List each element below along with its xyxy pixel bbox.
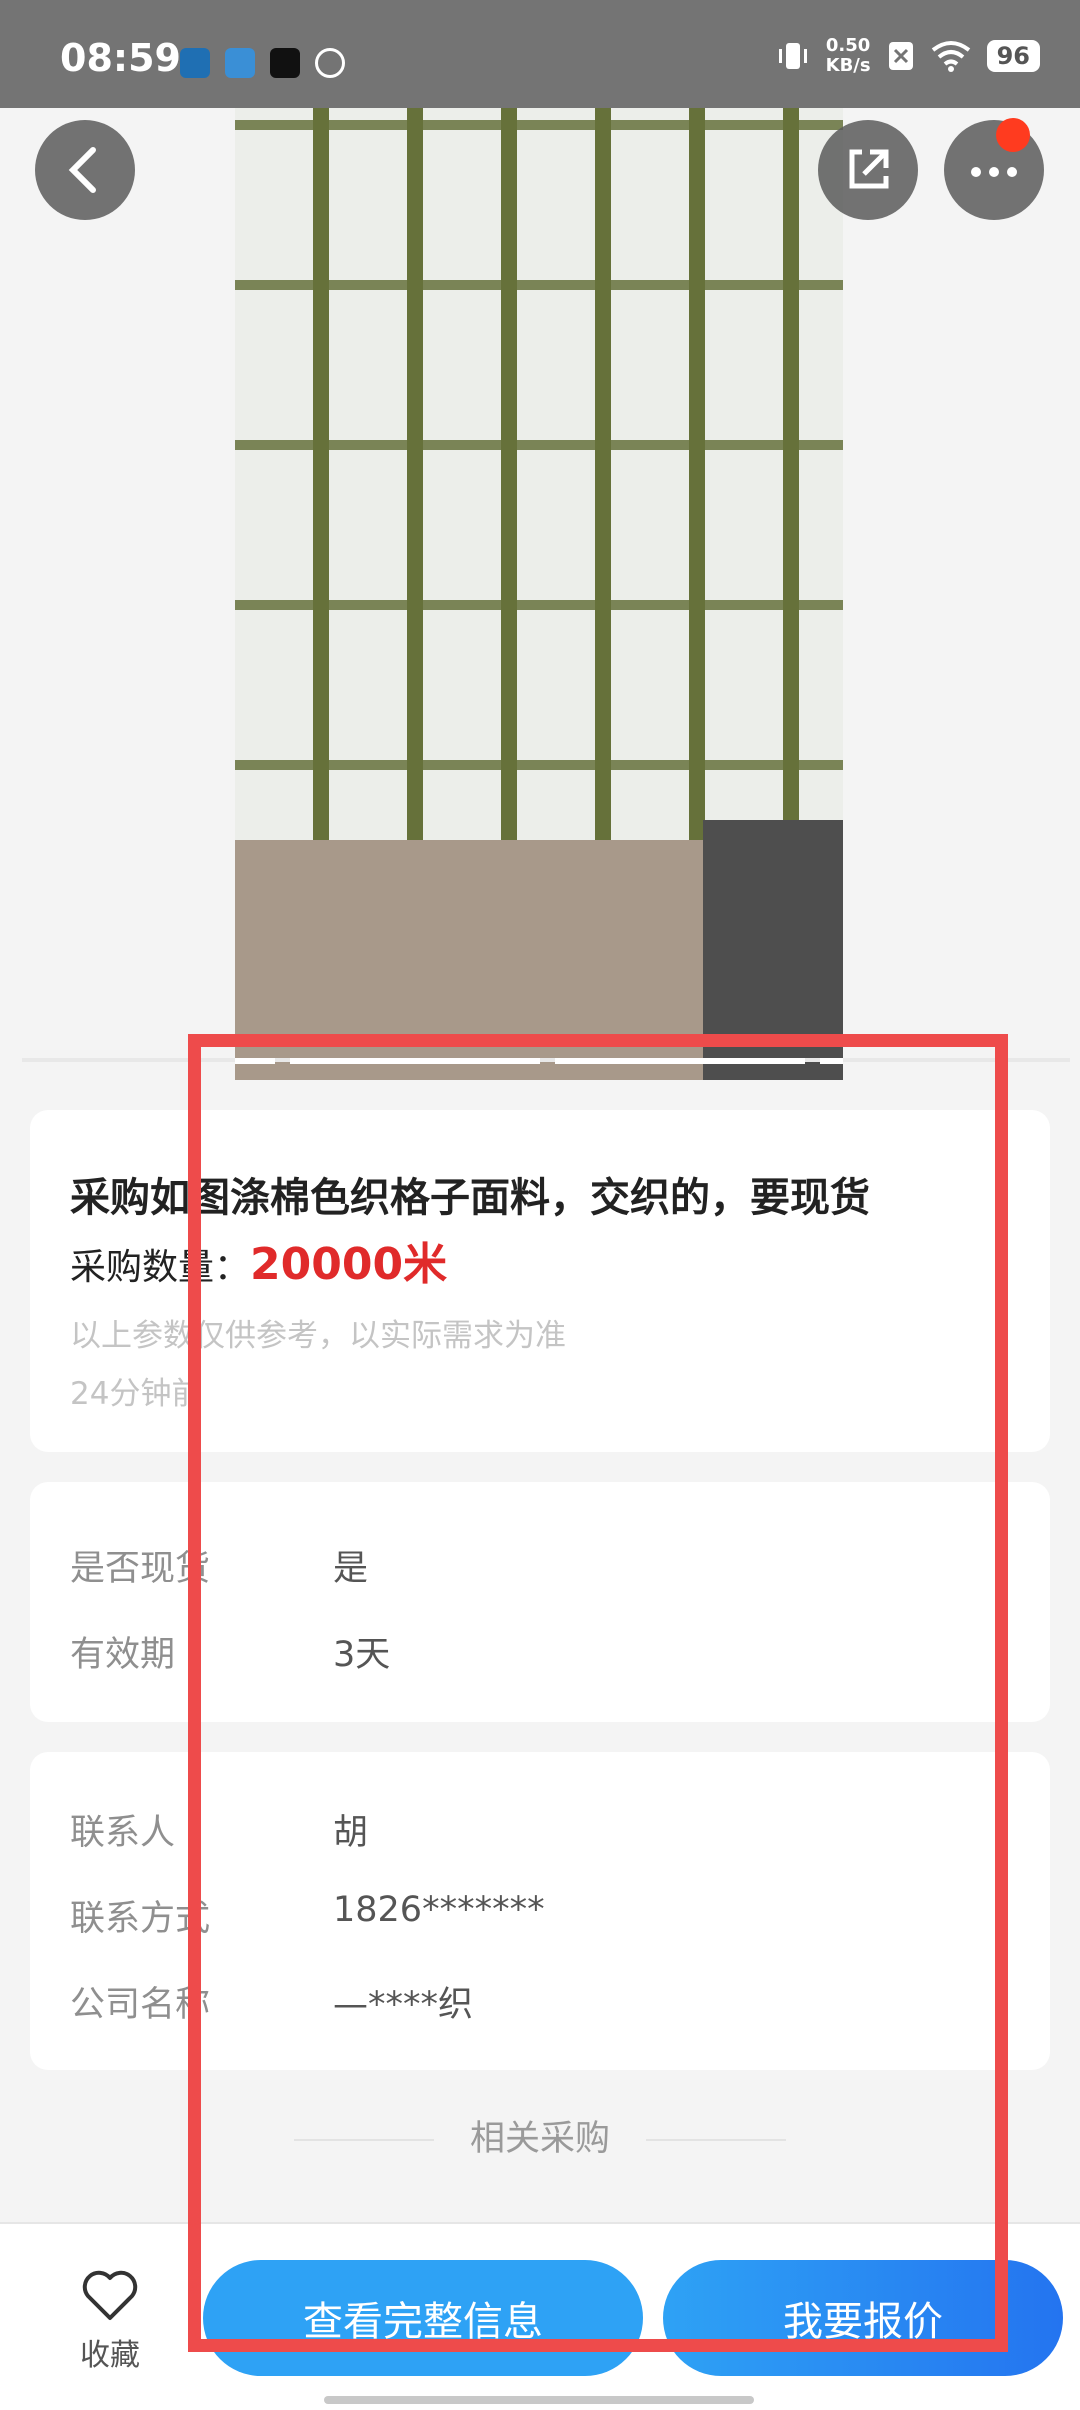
validity-value: 3天	[333, 1635, 391, 1675]
gallery-segment	[820, 1058, 843, 1064]
reference-note: 以上参数仅供参考，以实际需求为准	[70, 1318, 566, 1354]
status-bar: 08:59 0.50 KB/s 96	[0, 0, 1080, 108]
no-sim-icon	[888, 42, 913, 70]
posted-time: 24分钟前	[70, 1376, 203, 1412]
share-icon	[849, 149, 889, 189]
quantity-line: 采购数量：20000米	[70, 1228, 447, 1292]
in-stock-label: 是否现货	[70, 1549, 211, 1589]
contact-method-value: 1826*******	[333, 1890, 545, 1930]
quantity-label: 采购数量：	[70, 1247, 251, 1288]
heart-icon	[82, 2270, 138, 2320]
app-icon-1	[180, 48, 210, 78]
contact-method-label: 联系方式	[70, 1899, 211, 1939]
net-speed-value: 0.50	[825, 35, 871, 56]
app-icon-4	[315, 48, 345, 78]
contact-card: 联系人 胡 联系方式 1826******* 公司名称 —****织	[30, 1752, 1050, 2070]
app-icon-2	[225, 48, 255, 78]
quantity-value: 20000米	[250, 1239, 448, 1290]
company-name-label: 公司名称	[70, 1985, 211, 2025]
net-speed-unit: KB/s	[825, 55, 871, 76]
back-button[interactable]	[35, 120, 135, 220]
divider	[646, 2139, 786, 2141]
bottom-action-bar: 收藏 查看完整信息 我要报价	[0, 2222, 1080, 2410]
share-button[interactable]	[818, 120, 918, 220]
view-full-info-button[interactable]: 查看完整信息	[203, 2260, 643, 2376]
net-speed: 0.50 KB/s	[826, 36, 871, 76]
purchase-title: 采购如图涤棉色织格子面料，交织的，要现货	[70, 1175, 870, 1221]
company-name-value: —****织	[333, 1985, 474, 2025]
vibrate-icon	[778, 43, 807, 69]
status-time: 08:59	[60, 36, 181, 80]
product-photo[interactable]	[235, 0, 843, 1080]
in-stock-value: 是	[333, 1549, 369, 1589]
favorite-label: 收藏	[80, 2338, 140, 2373]
related-section-header: 相关采购	[0, 2110, 1080, 2161]
wifi-icon	[931, 41, 970, 72]
purchase-info-card: 采购如图涤棉色织格子面料，交织的，要现货 采购数量：20000米 以上参数仅供参…	[30, 1110, 1050, 1452]
gallery-indicator	[235, 1058, 843, 1066]
status-right: 0.50 KB/s 96	[776, 36, 1040, 76]
gallery-segment	[290, 1058, 540, 1064]
details-card: 是否现货 是 有效期 3天	[30, 1482, 1050, 1722]
tiktok-icon	[270, 48, 300, 78]
notification-dot	[996, 118, 1030, 152]
battery-indicator: 96	[986, 40, 1040, 72]
more-button[interactable]	[944, 118, 1044, 220]
gallery-segment	[235, 1058, 275, 1064]
contact-person-value: 胡	[333, 1813, 369, 1853]
chevron-left-icon	[68, 147, 96, 193]
divider	[293, 2139, 434, 2141]
validity-label: 有效期	[70, 1635, 176, 1675]
related-label: 相关采购	[469, 2119, 610, 2159]
quote-button[interactable]: 我要报价	[663, 2260, 1063, 2376]
gallery-segment	[555, 1058, 805, 1064]
photo-shadow	[703, 820, 843, 1080]
home-indicator[interactable]	[324, 2396, 754, 2404]
favorite-button[interactable]: 收藏	[70, 2266, 150, 2374]
contact-person-label: 联系人	[70, 1813, 176, 1853]
